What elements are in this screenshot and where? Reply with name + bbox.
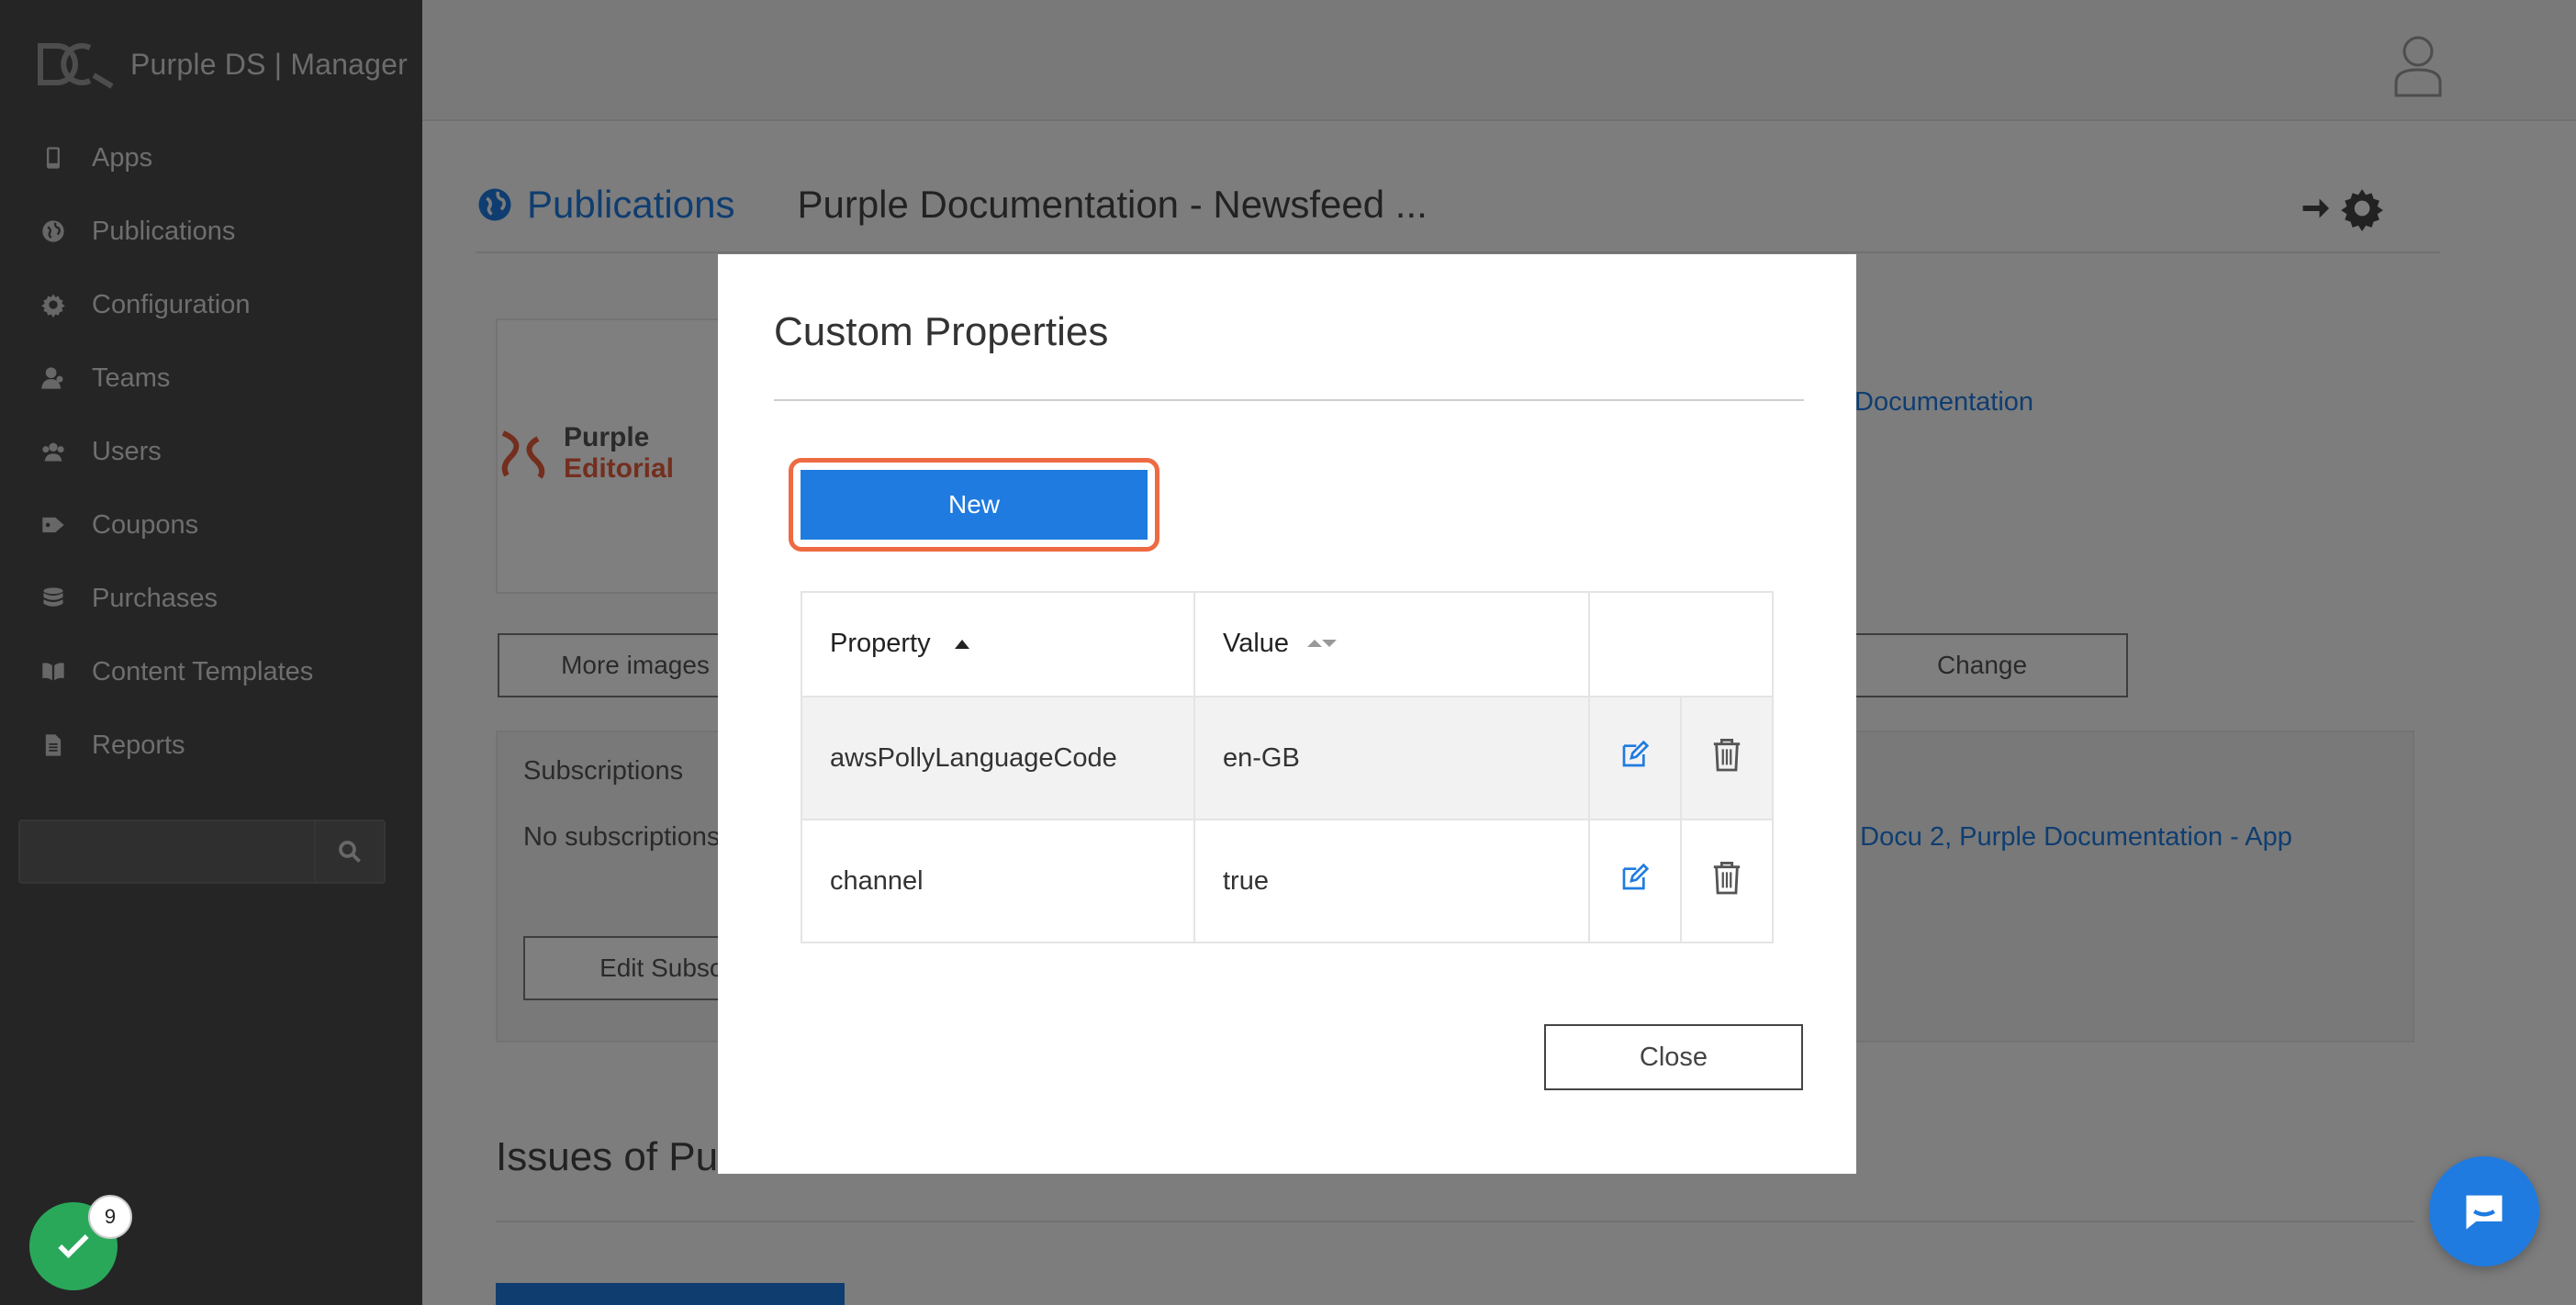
table-row: channel true bbox=[801, 819, 1774, 943]
column-header-label: Value bbox=[1223, 629, 1290, 659]
column-header-value[interactable]: Value bbox=[1193, 591, 1590, 697]
custom-properties-modal: Custom Properties New Property Value aws… bbox=[718, 254, 1856, 1174]
edit-icon bbox=[1620, 863, 1650, 898]
modal-divider bbox=[774, 399, 1804, 401]
new-button-highlight: New bbox=[789, 458, 1159, 552]
task-count-badge: 9 bbox=[88, 1195, 132, 1239]
value-cell: true bbox=[1193, 819, 1590, 943]
table-header-row: Property Value bbox=[801, 591, 1774, 697]
edit-button[interactable] bbox=[1588, 696, 1682, 820]
chat-icon bbox=[2466, 1195, 2503, 1230]
sort-unsorted-icon bbox=[1305, 630, 1338, 660]
value-cell: en-GB bbox=[1193, 696, 1590, 820]
modal-title: Custom Properties bbox=[774, 309, 1109, 354]
chat-button[interactable] bbox=[2429, 1156, 2539, 1266]
close-button[interactable]: Close bbox=[1544, 1024, 1803, 1090]
edit-icon bbox=[1620, 740, 1650, 775]
property-cell: awsPollyLanguageCode bbox=[801, 696, 1195, 820]
trash-icon bbox=[1711, 739, 1742, 779]
delete-button[interactable] bbox=[1680, 696, 1774, 820]
delete-button[interactable] bbox=[1680, 819, 1774, 943]
column-header-actions bbox=[1588, 591, 1774, 697]
column-header-property[interactable]: Property bbox=[801, 591, 1195, 697]
trash-icon bbox=[1711, 862, 1742, 902]
column-header-label: Property bbox=[830, 629, 931, 659]
property-cell: channel bbox=[801, 819, 1195, 943]
new-property-button[interactable]: New bbox=[801, 470, 1148, 540]
table-row: awsPollyLanguageCode en-GB bbox=[801, 696, 1774, 820]
sort-ascending-icon bbox=[947, 630, 980, 660]
properties-table: Property Value awsPollyLanguageCode en-G… bbox=[801, 591, 1774, 943]
edit-button[interactable] bbox=[1588, 819, 1682, 943]
checkmark-icon bbox=[58, 1234, 89, 1259]
